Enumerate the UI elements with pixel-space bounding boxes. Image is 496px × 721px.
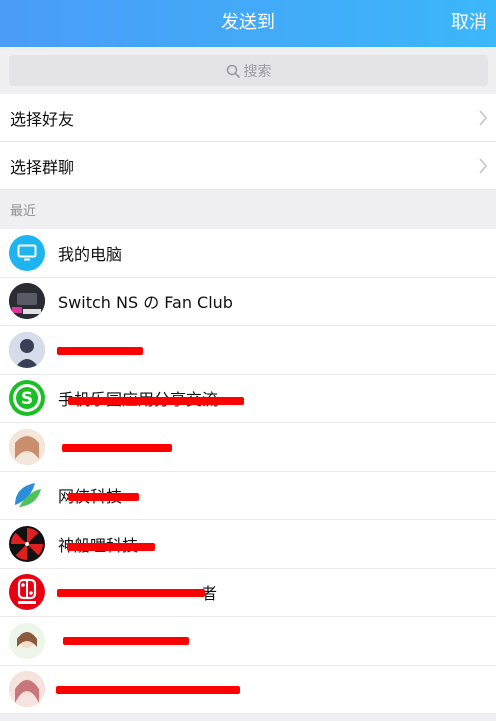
chevron-right-icon	[479, 110, 488, 126]
search-icon	[226, 64, 240, 78]
recent-item[interactable]: 网侠科技	[0, 472, 496, 520]
user-avatar	[9, 622, 45, 659]
redaction-mark	[62, 444, 172, 452]
recent-item[interactable]: 我的电脑	[0, 229, 496, 278]
redaction-mark	[57, 588, 205, 597]
top-bar: 发送到 取消	[0, 0, 496, 47]
redaction-mark	[68, 396, 244, 405]
select-groups-item[interactable]: 选择群聊	[0, 142, 496, 190]
recent-item[interactable]	[0, 326, 496, 375]
search-placeholder: 搜索	[243, 63, 272, 80]
recent-item[interactable]: 者	[0, 569, 496, 617]
chevron-right-icon	[479, 158, 488, 174]
s-logo-icon: S	[9, 380, 45, 417]
recent-item[interactable]: 神船哩科技	[0, 520, 496, 569]
recent-item[interactable]: Switch NS の Fan Club	[0, 278, 496, 326]
search-input[interactable]: 搜索	[9, 55, 488, 86]
recent-list: 我的电脑 Switch NS の Fan Club S 者	[0, 229, 496, 714]
redaction-mark	[63, 637, 189, 645]
select-groups-label: 选择群聊	[10, 157, 75, 177]
redaction-mark	[56, 685, 240, 694]
recent-item-name: 我的电脑	[58, 244, 123, 264]
select-friends-item[interactable]: 选择好友	[0, 94, 496, 142]
user-avatar	[9, 428, 45, 465]
nav-list: 选择好友 选择群聊	[0, 94, 496, 190]
redaction-mark	[67, 543, 155, 551]
nintendo-switch-icon	[9, 574, 45, 611]
user-avatar	[9, 331, 45, 368]
recent-item[interactable]	[0, 617, 496, 666]
cancel-button[interactable]: 取消	[451, 0, 487, 47]
leaf-logo-icon	[9, 477, 45, 514]
recent-item[interactable]	[0, 666, 496, 714]
recent-item[interactable]: S 手机乐园应用分享交流	[0, 375, 496, 423]
recent-section-header: 最近	[0, 191, 496, 229]
recent-item-name: Switch NS の Fan Club	[58, 293, 233, 313]
redaction-mark	[68, 492, 139, 501]
redaction-mark	[57, 347, 143, 355]
select-friends-label: 选择好友	[10, 109, 75, 129]
group-avatar	[9, 283, 45, 320]
computer-icon	[9, 234, 45, 271]
user-avatar	[9, 671, 45, 708]
umbrella-logo-icon	[9, 525, 45, 562]
recent-item[interactable]	[0, 423, 496, 472]
search-area: 搜索	[0, 47, 496, 94]
svg-text:S: S	[21, 389, 33, 409]
page-title: 发送到	[221, 12, 275, 33]
